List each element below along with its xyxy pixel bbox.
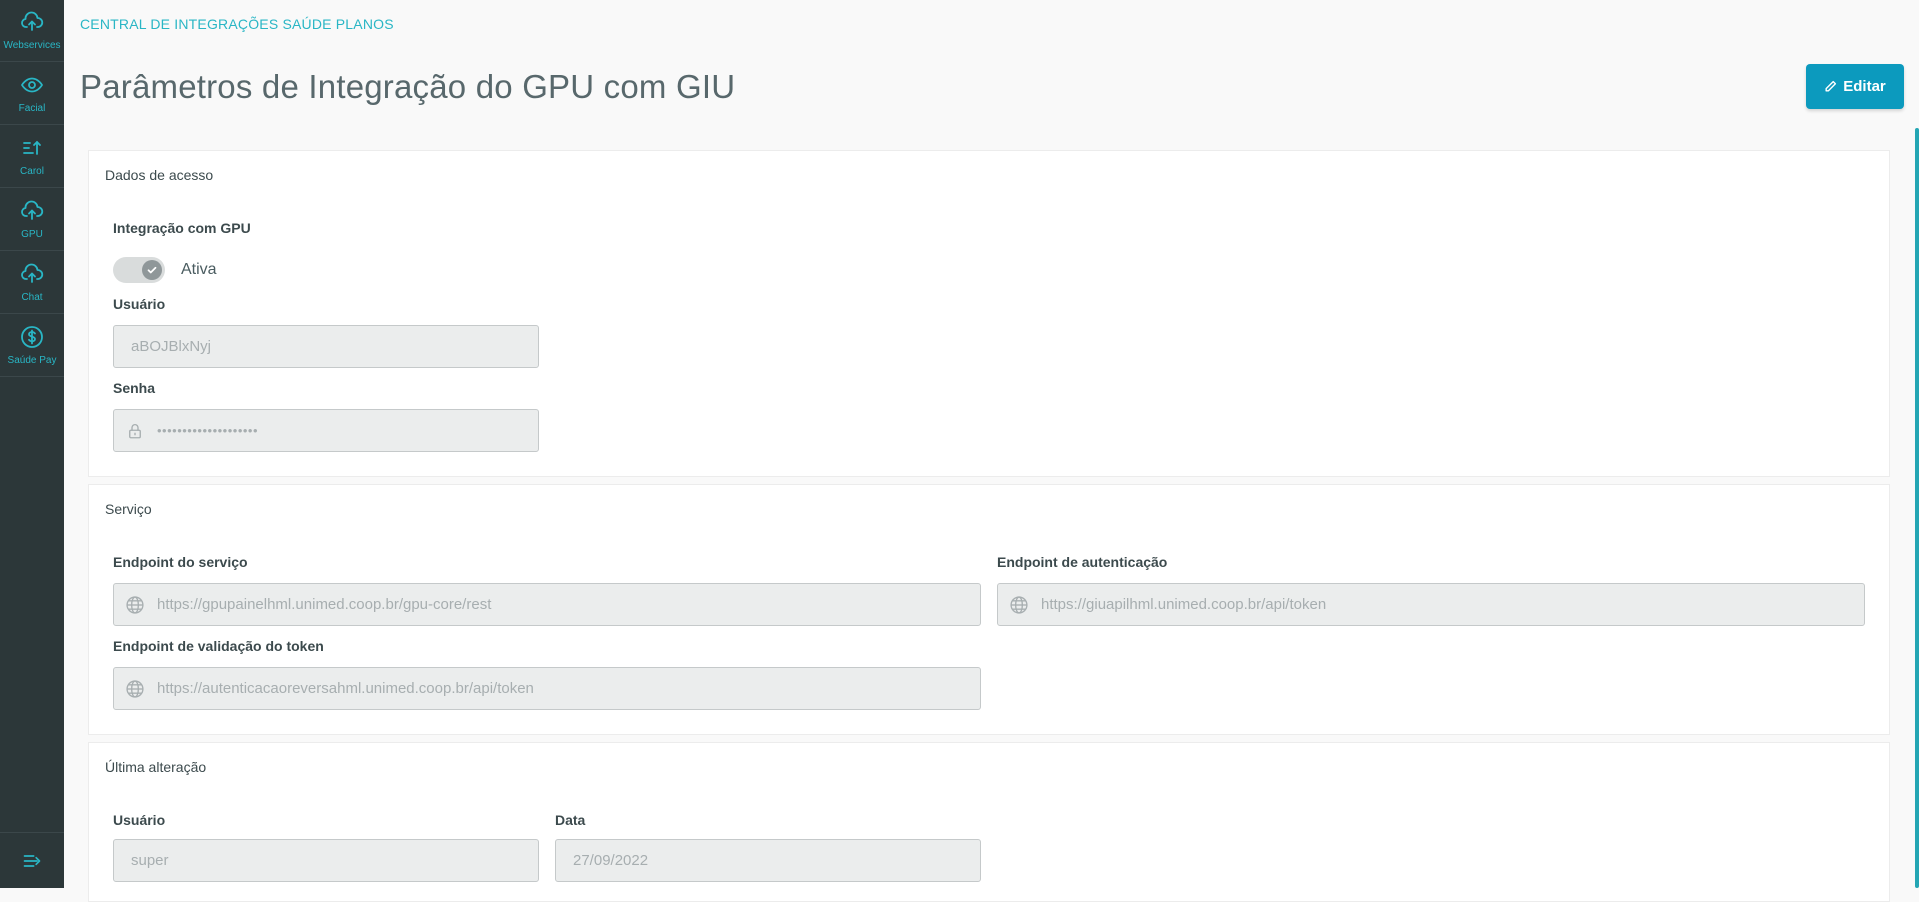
main-content: CENTRAL DE INTEGRAÇÕES SAÚDE PLANOS Parâ… [64, 0, 1919, 902]
last-change-date-value: 27/09/2022 [573, 852, 649, 869]
cloud-upload-icon [21, 263, 44, 283]
menu-collapse-icon [23, 854, 41, 867]
sort-up-icon [23, 140, 41, 155]
user-input[interactable]: aBOJBlxNyj [113, 325, 539, 368]
last-change-card: Última alteração Usuário super Data 27/0… [88, 742, 1890, 902]
toggle-status-text: Ativa [181, 261, 217, 278]
endpoint-auth-value: https://giuapilhml.unimed.coop.br/api/to… [1041, 596, 1327, 613]
dollar-circle-icon [21, 326, 43, 348]
endpoint-auth-input[interactable]: https://giuapilhml.unimed.coop.br/api/to… [997, 583, 1865, 626]
lock-icon [124, 420, 146, 442]
last-change-user-value: super [131, 852, 169, 869]
sidebar-item-carol[interactable]: Carol [0, 126, 64, 188]
last-change-date-label: Data [555, 812, 586, 828]
check-icon [147, 266, 157, 274]
sidebar-item-label: Chat [21, 292, 43, 303]
sidebar-item-webservices[interactable]: Webservices [0, 0, 64, 62]
sidebar: Webservices Facial Carol GPU Chat Saúde … [0, 0, 64, 888]
integration-toggle[interactable] [113, 257, 165, 283]
sidebar-item-label: Saúde Pay [7, 355, 57, 366]
service-card-title: Serviço [105, 501, 152, 517]
toggle-knob [142, 260, 162, 280]
last-change-user-input[interactable]: super [113, 839, 539, 882]
sidebar-item-gpu[interactable]: GPU [0, 189, 64, 251]
password-input-value: •••••••••••••••••••• [157, 423, 259, 438]
scrollbar[interactable] [1915, 128, 1919, 888]
eye-icon [20, 77, 44, 93]
sidebar-item-saude-pay[interactable]: Saúde Pay [0, 315, 64, 377]
sidebar-item-facial[interactable]: Facial [0, 63, 64, 125]
cloud-upload-icon [21, 11, 44, 31]
last-change-date-input[interactable]: 27/09/2022 [555, 839, 981, 882]
user-label: Usuário [113, 296, 166, 312]
edit-button[interactable]: Editar [1806, 64, 1904, 109]
integration-label: Integração com GPU [113, 220, 251, 236]
last-change-user-label: Usuário [113, 812, 166, 828]
endpoint-validation-input[interactable]: https://autenticacaoreversahml.unimed.co… [113, 667, 981, 710]
service-card: Serviço Endpoint do serviço https://gpup… [88, 484, 1890, 735]
globe-icon [124, 678, 146, 700]
access-card: Dados de acesso Integração com GPU Ativa… [88, 150, 1890, 477]
sidebar-item-label: Carol [20, 166, 44, 177]
edit-button-label: Editar [1843, 78, 1886, 95]
sidebar-collapse-button[interactable] [0, 832, 64, 888]
sidebar-item-label: Facial [18, 103, 46, 114]
access-card-title: Dados de acesso [105, 167, 214, 183]
last-change-card-title: Última alteração [105, 759, 207, 775]
endpoint-service-value: https://gpupainelhml.unimed.coop.br/gpu-… [157, 596, 492, 613]
password-label: Senha [113, 380, 156, 396]
user-input-value: aBOJBlxNyj [131, 338, 212, 355]
cloud-upload-icon [21, 200, 44, 220]
endpoint-service-label: Endpoint do serviço [113, 554, 248, 570]
globe-icon [124, 594, 146, 616]
endpoint-validation-value: https://autenticacaoreversahml.unimed.co… [157, 680, 534, 697]
page-title: Parâmetros de Integração do GPU com GIU [80, 68, 736, 105]
endpoint-validation-label: Endpoint de validação do token [113, 638, 324, 654]
endpoint-service-input[interactable]: https://gpupainelhml.unimed.coop.br/gpu-… [113, 583, 981, 626]
globe-icon [1008, 594, 1030, 616]
sidebar-item-label: Webservices [3, 40, 61, 51]
pencil-icon [1825, 80, 1837, 92]
sidebar-item-label: GPU [21, 229, 43, 240]
sidebar-item-chat[interactable]: Chat [0, 252, 64, 314]
endpoint-auth-label: Endpoint de autenticação [997, 554, 1168, 570]
password-input[interactable]: •••••••••••••••••••• [113, 409, 539, 452]
app-title: CENTRAL DE INTEGRAÇÕES SAÚDE PLANOS [80, 16, 394, 32]
